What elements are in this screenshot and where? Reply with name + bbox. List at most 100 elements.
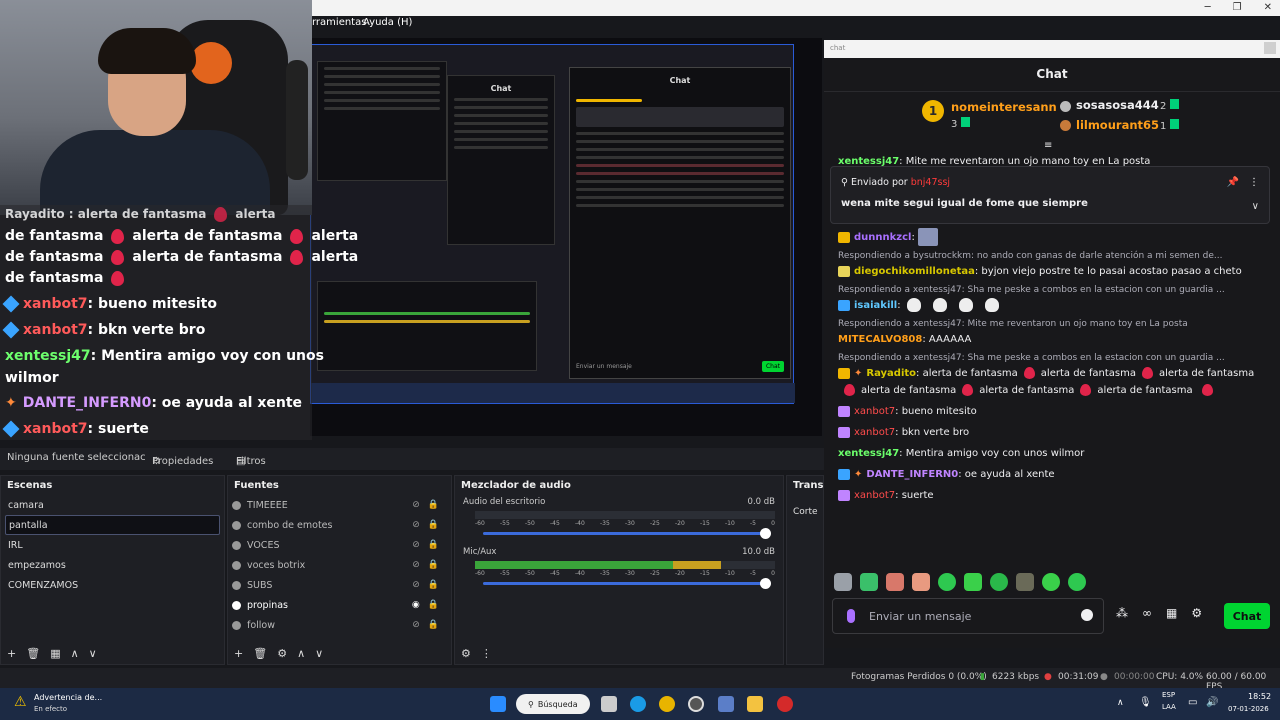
- sword-badge-icon: ✦: [854, 469, 863, 480]
- infinity-icon[interactable]: ∞: [1142, 606, 1152, 620]
- volume-slider[interactable]: [483, 578, 771, 589]
- store-icon[interactable]: ▦: [1166, 606, 1177, 620]
- source-item[interactable]: combo de emotes ⊘ 🔒: [228, 515, 451, 535]
- add-scene-icon[interactable]: +: [7, 647, 16, 660]
- emote-icon[interactable]: [964, 573, 982, 591]
- pinned-message[interactable]: ⚲ Enviado por bnj47ssj wena mite segui i…: [830, 166, 1270, 224]
- maximize-icon[interactable]: ❐: [1233, 2, 1242, 13]
- more-options-icon[interactable]: ⋮: [1249, 177, 1259, 188]
- mixer-settings-icon[interactable]: ⚙: [461, 647, 471, 660]
- mic-icon[interactable]: [847, 609, 855, 623]
- task-view-icon[interactable]: [601, 696, 617, 712]
- emote-icon[interactable]: [860, 573, 878, 591]
- preview-canvas[interactable]: Chat Chat Enviar un mensaje Chat: [310, 38, 822, 436]
- slider-knob[interactable]: [760, 578, 771, 589]
- move-up-icon[interactable]: ∧: [297, 647, 305, 660]
- taskbar-search[interactable]: ⚲ Búsqueda: [516, 694, 590, 714]
- kick-icon[interactable]: ⁂: [1116, 606, 1128, 620]
- move-down-icon[interactable]: ∨: [89, 647, 97, 660]
- add-source-icon[interactable]: +: [234, 647, 243, 660]
- scale-tick: -50: [525, 570, 535, 577]
- move-up-icon[interactable]: ∧: [71, 647, 79, 660]
- emote-icon[interactable]: [1042, 573, 1060, 591]
- volume-slider[interactable]: [483, 528, 771, 539]
- folder-icon[interactable]: [747, 696, 763, 712]
- lock-icon[interactable]: 🔒: [428, 540, 439, 550]
- chevron-down-icon[interactable]: ∨: [1252, 201, 1259, 212]
- scene-item[interactable]: IRL: [1, 535, 224, 555]
- move-down-icon[interactable]: ∨: [315, 647, 323, 660]
- edge-icon[interactable]: [630, 696, 646, 712]
- scene-item[interactable]: COMENZAMOS: [1, 575, 224, 595]
- app-icon[interactable]: [777, 696, 793, 712]
- sword-badge-icon: ✦: [854, 368, 863, 379]
- menu-icon[interactable]: ≡: [1044, 140, 1052, 151]
- emote-icon[interactable]: [834, 573, 852, 591]
- slider-knob[interactable]: [760, 528, 771, 539]
- lock-icon[interactable]: 🔒: [428, 560, 439, 570]
- scene-item[interactable]: empezamos: [1, 555, 224, 575]
- scene-item[interactable]: camara: [1, 495, 224, 515]
- emote-icon[interactable]: [1016, 573, 1034, 591]
- eye-icon[interactable]: ◉: [412, 600, 420, 610]
- settings-icon[interactable]: [718, 696, 734, 712]
- menu-ayuda[interactable]: Ayuda (H): [363, 17, 412, 28]
- emote-icon[interactable]: [990, 573, 1008, 591]
- minimize-icon[interactable]: ─: [1205, 2, 1211, 13]
- mini-mixer: [317, 281, 537, 371]
- chat-input-box[interactable]: [832, 598, 1104, 634]
- gear-icon[interactable]: ⚙: [277, 647, 287, 660]
- eye-hidden-icon[interactable]: ⊘: [412, 520, 420, 530]
- warning-title[interactable]: Advertencia de...: [34, 693, 102, 702]
- unpin-icon[interactable]: 📌: [1227, 177, 1239, 188]
- more-icon[interactable]: ⋮: [481, 647, 492, 660]
- leader-1-name[interactable]: nomeinteresann: [951, 100, 1057, 114]
- scene-item-selected[interactable]: pantalla: [5, 515, 220, 535]
- menu-herramientas[interactable]: rramientas: [312, 17, 366, 28]
- source-item[interactable]: VOCES ⊘ 🔒: [228, 535, 451, 555]
- chat-messages: dunnnkzcl: Respondiendo a bysutrockkm: n…: [838, 228, 1268, 507]
- lang-1[interactable]: ESP: [1162, 691, 1175, 699]
- trash-icon[interactable]: 🗑: [26, 647, 40, 660]
- eye-hidden-icon[interactable]: ⊘: [412, 580, 420, 590]
- mic-tray-icon[interactable]: 🎙: [1139, 697, 1152, 708]
- close-icon[interactable]: ✕: [1264, 2, 1272, 13]
- lock-icon[interactable]: 🔒: [428, 600, 439, 610]
- clock-time[interactable]: 18:52: [1248, 692, 1271, 701]
- emote-icon[interactable]: [1068, 573, 1086, 591]
- eye-hidden-icon[interactable]: ⊘: [412, 620, 420, 630]
- eye-hidden-icon[interactable]: ⊘: [412, 540, 420, 550]
- leader-3-name[interactable]: lilmourant65: [1076, 118, 1159, 132]
- source-item[interactable]: voces botrix ⊘ 🔒: [228, 555, 451, 575]
- chevron-up-icon[interactable]: ∧: [1117, 698, 1124, 708]
- close-icon[interactable]: [1264, 42, 1276, 54]
- emote-icon[interactable]: [886, 573, 904, 591]
- source-item[interactable]: propinas ◉ 🔒: [228, 595, 451, 615]
- volume-icon[interactable]: 🔊: [1206, 697, 1218, 708]
- network-icon[interactable]: ▭: [1188, 697, 1197, 708]
- obs-icon[interactable]: [688, 696, 704, 712]
- meter-scale: -60 -55 -50 -45 -40 -35 -30 -25 -20 -15 -10 -5 0: [475, 570, 775, 577]
- transition-mode[interactable]: Corte: [787, 495, 823, 529]
- emote-icon[interactable]: [938, 573, 956, 591]
- start-icon[interactable]: [490, 696, 506, 712]
- emoji-icon[interactable]: [1081, 609, 1093, 621]
- source-item[interactable]: follow ⊘ 🔒: [228, 615, 451, 635]
- lock-icon[interactable]: 🔒: [428, 520, 439, 530]
- eye-hidden-icon[interactable]: ⊘: [412, 560, 420, 570]
- chat-send-button[interactable]: Chat: [1224, 603, 1270, 629]
- settings-icon[interactable]: ⚙: [1191, 606, 1202, 620]
- lock-icon[interactable]: 🔒: [428, 580, 439, 590]
- lock-icon[interactable]: 🔒: [428, 500, 439, 510]
- chat-input[interactable]: [869, 607, 1069, 625]
- source-item[interactable]: TIMEEEE ⊘ 🔒: [228, 495, 451, 515]
- lock-icon[interactable]: 🔒: [428, 620, 439, 630]
- eye-hidden-icon[interactable]: ⊘: [412, 500, 420, 510]
- trash-icon[interactable]: 🗑: [253, 647, 267, 660]
- leader-2-name[interactable]: sosasosa444: [1076, 98, 1159, 112]
- lang-2: LAA: [1162, 703, 1176, 711]
- emote-icon[interactable]: [912, 573, 930, 591]
- chrome-icon[interactable]: [659, 696, 675, 712]
- filter-scene-icon[interactable]: ▦: [50, 647, 60, 660]
- source-item[interactable]: SUBS ⊘ 🔒: [228, 575, 451, 595]
